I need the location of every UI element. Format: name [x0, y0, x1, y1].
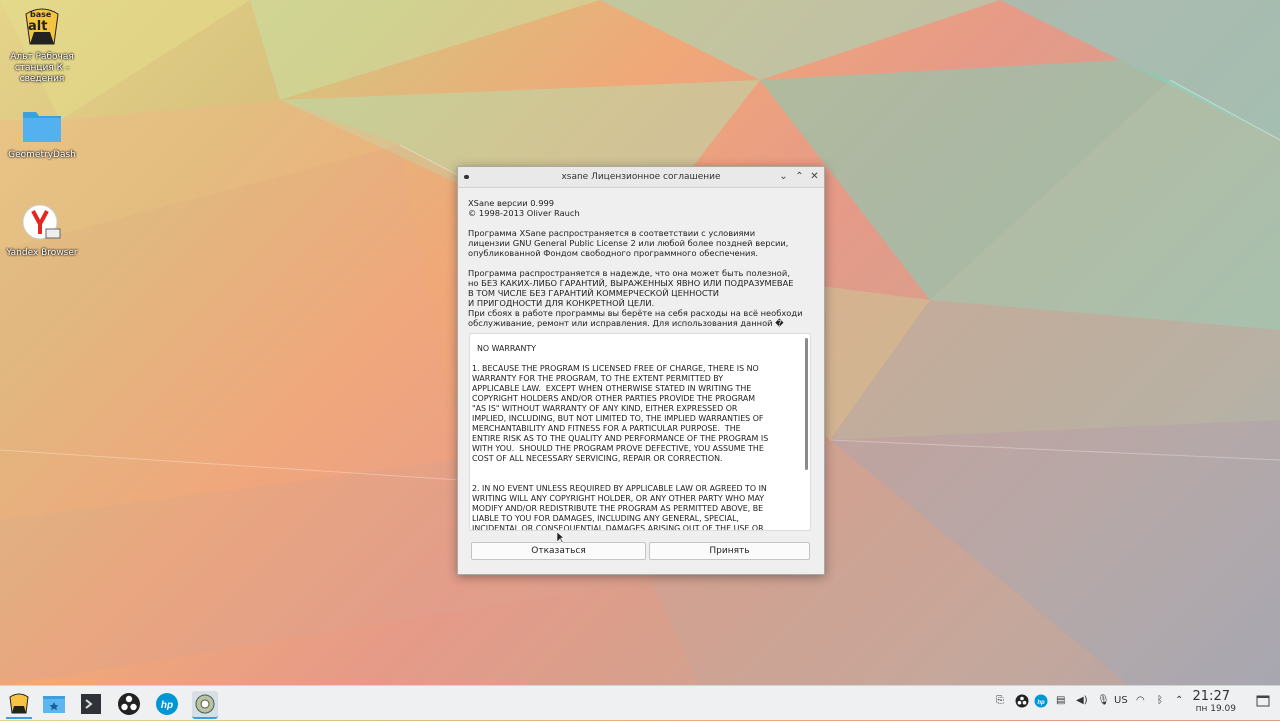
warranty-line: Программа распространяется в надежде, чт… — [468, 268, 790, 278]
clock-time[interactable]: 21:27 — [1193, 689, 1230, 704]
network-icon[interactable]: ◠ — [1136, 695, 1145, 706]
file-manager-icon[interactable] — [41, 691, 67, 717]
accept-button[interactable]: Принять — [649, 542, 810, 560]
terminal-icon[interactable] — [78, 691, 104, 717]
desktop-icon-label: Альт Рабочая станция К - сведения — [10, 52, 74, 84]
license-intro-line: Программа XSane распространяется в соотв… — [468, 228, 756, 238]
license-text: NO WARRANTY 1. BECAUSE THE PROGRAM IS LI… — [472, 344, 769, 531]
license-intro-line: лицензии GNU General Public License 2 ил… — [468, 238, 789, 248]
clipboard-icon[interactable]: ⎘ — [996, 695, 1004, 706]
warranty-line: обслуживание, ремонт или исправления. Дл… — [468, 318, 784, 328]
maximize-icon[interactable]: ⌃ — [793, 170, 806, 183]
logo-text-top: base — [30, 10, 52, 19]
license-dialog: xsane Лицензионное соглашение ⌄ ⌃ ✕ XSan… — [457, 166, 825, 575]
decline-button[interactable]: Отказаться — [471, 542, 646, 560]
scrollbar[interactable] — [805, 338, 808, 470]
logo-text-bottom: alt — [28, 19, 48, 34]
folder-icon — [20, 104, 64, 148]
yandex-browser-icon — [20, 202, 64, 246]
warranty-line: И ПРИГОДНОСТИ ДЛЯ КОНКРЕТНОЙ ЦЕЛИ. — [468, 298, 655, 308]
license-intro-line: опубликованной Фондом свободного програм… — [468, 248, 759, 258]
desktop-icon-label: GeometryDash — [8, 150, 76, 160]
show-desktop-icon[interactable] — [1256, 694, 1270, 711]
volume-icon[interactable]: ◀) — [1076, 695, 1088, 706]
app-launcher-icon[interactable] — [6, 691, 32, 719]
desktop-icon-alt-info[interactable]: base alt Альт Рабочая станция К - сведен… — [6, 6, 78, 85]
warranty-line: но БЕЗ КАКИХ-ЛИБО ГАРАНТИЙ, ВЫРАЖЕННЫХ Я… — [468, 278, 794, 288]
hp-tray-icon[interactable]: hp — [1034, 694, 1048, 711]
license-text-area[interactable]: NO WARRANTY 1. BECAUSE THE PROGRAM IS LI… — [469, 333, 811, 531]
xsane-icon[interactable] — [192, 691, 218, 719]
svg-text:hp: hp — [1037, 700, 1045, 706]
desktop-icon-label: Yandex Browser — [6, 248, 78, 258]
warranty-line: При сбоях в работе программы вы берёте н… — [468, 308, 803, 318]
mouse-cursor-icon — [557, 532, 565, 544]
microphone-icon[interactable]: 🎙 — [1097, 695, 1110, 706]
hp-icon[interactable]: hp — [154, 691, 180, 717]
obs-tray-icon[interactable] — [1015, 694, 1029, 711]
warranty-line: В ТОМ ЧИСЛЕ БЕЗ ГАРАНТИЙ КОММЕРЧЕСКОЙ ЦЕ… — [468, 288, 719, 298]
svg-text:hp: hp — [161, 700, 173, 711]
desktop-icon-yandex-browser[interactable]: Yandex Browser — [6, 202, 78, 259]
obs-icon[interactable] — [116, 691, 142, 717]
notes-icon[interactable]: ▤ — [1056, 695, 1065, 706]
desktop-icon-geometrydash[interactable]: GeometryDash — [6, 104, 78, 161]
basealt-logo-icon: base alt — [20, 6, 64, 50]
window-titlebar[interactable]: xsane Лицензионное соглашение ⌄ ⌃ ✕ — [458, 167, 824, 188]
version-line: XSane версии 0.999 — [468, 198, 555, 208]
window-title: xsane Лицензионное соглашение — [561, 172, 721, 182]
clock-date[interactable]: пн 19.09 — [1196, 704, 1236, 714]
copyright-line: © 1998-2013 Oliver Rauch — [468, 208, 580, 218]
taskbar: hp ⎘ hp ▤ ◀) 🎙 US ◠ ᛒ ⌃ 21:27 пн 19.09 — [0, 685, 1280, 720]
expand-tray-icon[interactable]: ⌃ — [1175, 695, 1183, 706]
close-icon[interactable]: ✕ — [808, 170, 821, 183]
minimize-icon[interactable]: ⌄ — [777, 170, 790, 183]
dialog-info-text: XSane версии 0.999 © 1998-2013 Oliver Ra… — [458, 188, 824, 328]
keyboard-layout[interactable]: US — [1114, 695, 1128, 706]
bluetooth-icon[interactable]: ᛒ — [1157, 695, 1163, 706]
